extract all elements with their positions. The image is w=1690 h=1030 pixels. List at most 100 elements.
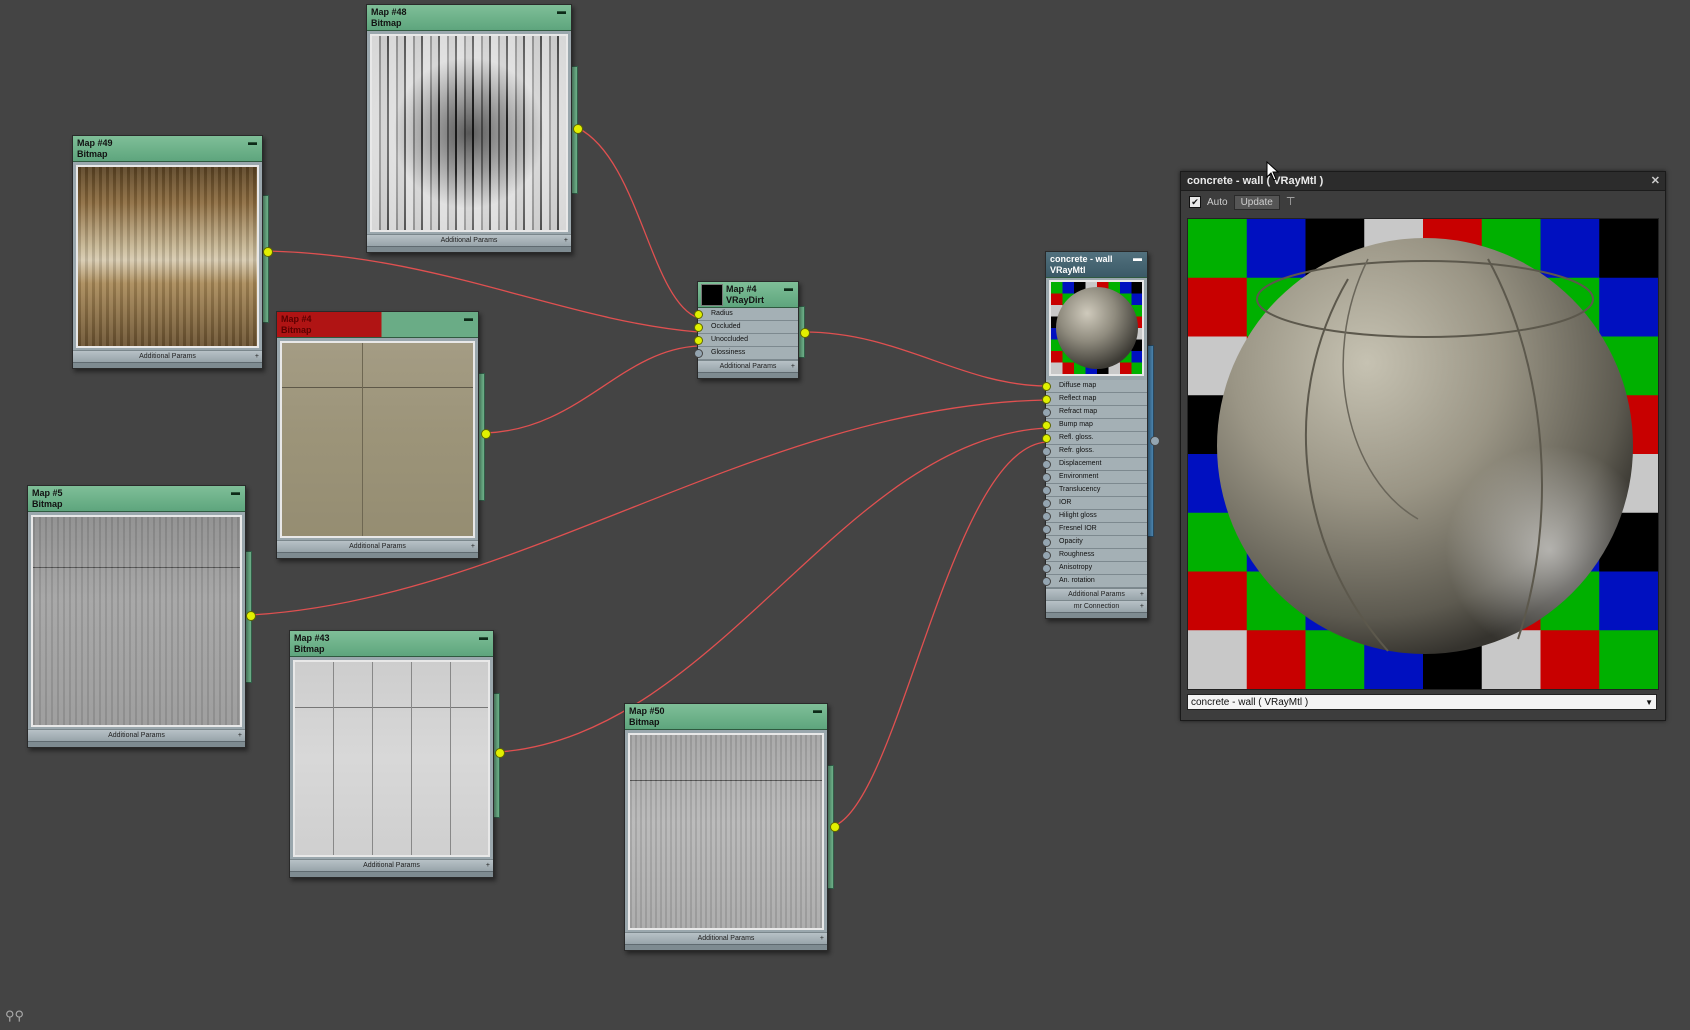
- minimize-icon[interactable]: ▬: [1133, 254, 1142, 263]
- material-select[interactable]: concrete - wall ( VRayMtl ) ▼: [1187, 694, 1657, 710]
- input-pin[interactable]: [1042, 525, 1051, 534]
- slot-displacement[interactable]: Displacement: [1042, 458, 1147, 471]
- preview-title-bar[interactable]: concrete - wall ( VRayMtl ) ✕: [1181, 172, 1665, 191]
- slot-reflect-map[interactable]: Reflect map: [1042, 393, 1147, 406]
- slot-an-rotation[interactable]: An. rotation: [1042, 575, 1147, 588]
- output-port-map4-bitmap[interactable]: [481, 429, 491, 439]
- minimize-icon[interactable]: ▬: [813, 706, 822, 715]
- input-pin[interactable]: [694, 323, 703, 332]
- input-pin[interactable]: [694, 310, 703, 319]
- input-pin[interactable]: [1042, 473, 1051, 482]
- close-icon[interactable]: ✕: [1651, 172, 1660, 190]
- node-map4-bitmap[interactable]: Map #4 Bitmap ▬ Additional Params +: [276, 311, 479, 559]
- input-pin[interactable]: [1042, 551, 1051, 560]
- output-port-map5[interactable]: [246, 611, 256, 621]
- input-pin[interactable]: [694, 336, 703, 345]
- node-map4-bitmap-header[interactable]: Map #4 Bitmap ▬: [277, 312, 478, 338]
- input-pin[interactable]: [1042, 421, 1051, 430]
- input-pin[interactable]: [1042, 408, 1051, 417]
- expand-icon[interactable]: +: [471, 541, 475, 552]
- update-button[interactable]: Update: [1233, 194, 1280, 210]
- input-pin[interactable]: [1042, 434, 1051, 443]
- additional-params-bar[interactable]: Additional Params +: [1046, 588, 1147, 600]
- node-vraymtl-header[interactable]: concrete - wall VRayMtl ▬: [1046, 252, 1147, 278]
- node-map49-header[interactable]: Map #49 Bitmap ▬: [73, 136, 262, 162]
- slot-opacity[interactable]: Opacity: [1042, 536, 1147, 549]
- node-vraydirt-header[interactable]: Map #4 VRayDirt ▬: [698, 282, 798, 308]
- expand-icon[interactable]: +: [791, 361, 795, 372]
- expand-icon[interactable]: +: [1140, 601, 1144, 612]
- node-vraymtl[interactable]: concrete - wall VRayMtl ▬ Diffuse map Ref…: [1042, 251, 1148, 619]
- input-pin[interactable]: [694, 349, 703, 358]
- output-port-map43[interactable]: [495, 748, 505, 758]
- chevron-down-icon[interactable]: ▼: [1645, 695, 1653, 711]
- input-pin[interactable]: [1042, 512, 1051, 521]
- output-port-material[interactable]: [1150, 436, 1160, 446]
- node-map48-header[interactable]: Map #48 Bitmap ▬: [367, 5, 571, 31]
- minimize-icon[interactable]: ▬: [248, 138, 257, 147]
- input-pin[interactable]: [1042, 577, 1051, 586]
- expand-icon[interactable]: +: [564, 235, 568, 246]
- additional-params-bar[interactable]: Additional Params +: [28, 729, 245, 741]
- slot-diffuse-map[interactable]: Diffuse map: [1042, 380, 1147, 393]
- node-map5-header[interactable]: Map #5 Bitmap ▬: [28, 486, 245, 512]
- input-pin[interactable]: [1042, 499, 1051, 508]
- node-map50-header[interactable]: Map #50 Bitmap ▬: [625, 704, 827, 730]
- node-map50[interactable]: Map #50 Bitmap ▬ Additional Params +: [624, 703, 828, 951]
- slot-unoccluded[interactable]: Unoccluded: [694, 334, 798, 347]
- filter-icon[interactable]: ⊤: [1286, 195, 1300, 209]
- slot-ior[interactable]: IOR: [1042, 497, 1147, 510]
- input-pin[interactable]: [1042, 395, 1051, 404]
- slot-refract-map[interactable]: Refract map: [1042, 406, 1147, 419]
- binoculars-icon[interactable]: ⚲⚲: [5, 1008, 24, 1024]
- slot-occluded[interactable]: Occluded: [694, 321, 798, 334]
- slot-anisotropy[interactable]: Anisotropy: [1042, 562, 1147, 575]
- slot-refl-gloss[interactable]: Refl. gloss.: [1042, 432, 1147, 445]
- additional-params-bar[interactable]: Additional Params +: [698, 360, 798, 372]
- slot-bump-map[interactable]: Bump map: [1042, 419, 1147, 432]
- input-pin[interactable]: [1042, 447, 1051, 456]
- minimize-icon[interactable]: ▬: [479, 633, 488, 642]
- slot-environment[interactable]: Environment: [1042, 471, 1147, 484]
- output-port-map50[interactable]: [830, 822, 840, 832]
- minimize-icon[interactable]: ▬: [557, 7, 566, 16]
- expand-icon[interactable]: +: [255, 351, 259, 362]
- node-vraydirt[interactable]: Map #4 VRayDirt ▬ Radius Occluded Unoccl…: [694, 281, 799, 379]
- additional-params-bar[interactable]: Additional Params +: [73, 350, 262, 362]
- slot-fresnel-ior[interactable]: Fresnel IOR: [1042, 523, 1147, 536]
- slot-hilight-gloss[interactable]: Hilight gloss: [1042, 510, 1147, 523]
- node-map43-header[interactable]: Map #43 Bitmap ▬: [290, 631, 493, 657]
- minimize-icon[interactable]: ▬: [784, 284, 793, 293]
- output-port-map48[interactable]: [573, 124, 583, 134]
- expand-icon[interactable]: +: [486, 860, 490, 871]
- minimize-icon[interactable]: ▬: [231, 488, 240, 497]
- input-pin[interactable]: [1042, 382, 1051, 391]
- auto-checkbox[interactable]: ✔: [1189, 196, 1201, 208]
- input-pin[interactable]: [1042, 486, 1051, 495]
- output-port-vraydirt[interactable]: [800, 328, 810, 338]
- input-pin[interactable]: [1042, 460, 1051, 469]
- slot-refr-gloss[interactable]: Refr. gloss.: [1042, 445, 1147, 458]
- additional-params-bar[interactable]: Additional Params +: [290, 859, 493, 871]
- output-port-map49[interactable]: [263, 247, 273, 257]
- input-pin[interactable]: [1042, 564, 1051, 573]
- preview-render-area[interactable]: [1187, 218, 1659, 690]
- slot-translucency[interactable]: Translucency: [1042, 484, 1147, 497]
- expand-icon[interactable]: +: [238, 730, 242, 741]
- mr-connection-bar[interactable]: mr Connection +: [1046, 600, 1147, 612]
- additional-params-bar[interactable]: Additional Params +: [367, 234, 571, 246]
- slot-glossiness[interactable]: Glossiness: [694, 347, 798, 360]
- input-pin[interactable]: [1042, 538, 1051, 547]
- additional-params-bar[interactable]: Additional Params +: [277, 540, 478, 552]
- minimize-icon[interactable]: ▬: [464, 314, 473, 323]
- node-map48[interactable]: Map #48 Bitmap ▬ Additional Params +: [366, 4, 572, 253]
- node-map43[interactable]: Map #43 Bitmap ▬ Additional Params +: [289, 630, 494, 878]
- additional-params-bar[interactable]: Additional Params +: [625, 932, 827, 944]
- node-map5[interactable]: Map #5 Bitmap ▬ Additional Params +: [27, 485, 246, 748]
- expand-icon[interactable]: +: [820, 933, 824, 944]
- material-preview-window[interactable]: concrete - wall ( VRayMtl ) ✕ ✔ Auto Upd…: [1180, 171, 1666, 721]
- slot-roughness[interactable]: Roughness: [1042, 549, 1147, 562]
- expand-icon[interactable]: +: [1140, 589, 1144, 600]
- node-map49[interactable]: Map #49 Bitmap ▬ Additional Params +: [72, 135, 263, 369]
- slot-radius[interactable]: Radius: [694, 308, 798, 321]
